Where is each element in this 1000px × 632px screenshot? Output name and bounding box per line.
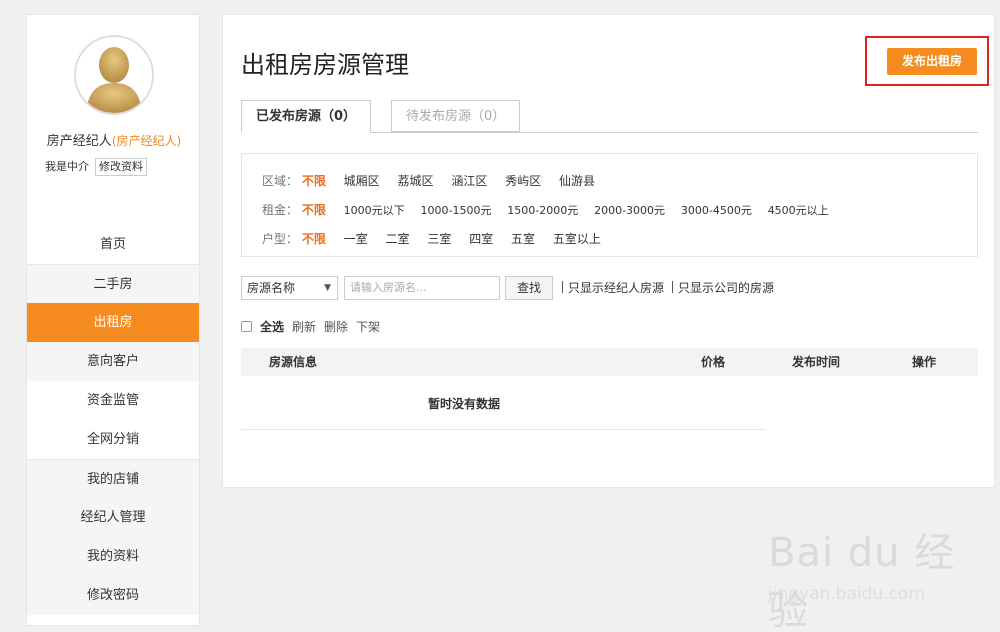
user-role: (房产经纪人): [111, 134, 182, 148]
user-name: 房产经纪人(房产经纪人): [27, 130, 201, 149]
column-header-price: 价格: [701, 355, 726, 369]
tab-bar: 已发布房源（0） 待发布房源（0）: [241, 100, 978, 133]
watermark-url: jingyan.baidu.com: [768, 584, 925, 604]
sidebar-item-network-distribution[interactable]: 全网分销: [27, 420, 199, 459]
filter-layout-option[interactable]: 二室: [386, 229, 410, 249]
publish-rental-button[interactable]: 发布出租房: [887, 48, 977, 75]
bulk-actions: 全选 刷新 删除 下架: [241, 318, 388, 336]
column-header-info: 房源信息: [269, 355, 318, 369]
select-all-label[interactable]: 全选: [260, 318, 284, 336]
search-input[interactable]: 请输入房源名...: [344, 276, 500, 300]
agent-only-link-label: 只显示经纪人房源: [568, 281, 665, 295]
filter-area-option[interactable]: 荔城区: [398, 171, 434, 191]
sidebar-item-change-password[interactable]: 修改密码: [27, 576, 199, 615]
edit-profile-button[interactable]: 修改资料: [95, 158, 147, 176]
chevron-down-icon: ▼: [324, 283, 331, 293]
separator: [672, 281, 673, 293]
filter-area-option[interactable]: 秀屿区: [505, 171, 541, 191]
sidebar-item-agent-management[interactable]: 经纪人管理: [27, 498, 199, 537]
filter-rent-option[interactable]: 1500-2000元: [507, 201, 578, 221]
filter-label-rent: 租金：: [262, 203, 299, 217]
sidebar-item-fund-supervision[interactable]: 资金监管: [27, 381, 199, 420]
filter-layout-option[interactable]: 四室: [469, 229, 493, 249]
filter-rent-option[interactable]: 4500元以上: [768, 201, 829, 221]
delete-button[interactable]: 删除: [324, 318, 348, 336]
company-only-link[interactable]: 只显示公司的房源: [672, 276, 774, 300]
user-desc-text: 我是中介: [45, 160, 89, 173]
filter-layout-option[interactable]: 三室: [427, 229, 451, 249]
filter-rent-option[interactable]: 1000-1500元: [421, 201, 492, 221]
filter-layout-option[interactable]: 五室以上: [553, 229, 601, 249]
tab-published[interactable]: 已发布房源（0）: [241, 100, 372, 133]
refresh-button[interactable]: 刷新: [292, 318, 316, 336]
filter-label-layout: 户型：: [262, 232, 299, 246]
search-field-select[interactable]: 房源名称 ▼: [241, 276, 338, 300]
search-button[interactable]: 查找: [505, 276, 553, 300]
sidebar-item-intent-customers[interactable]: 意向客户: [27, 342, 199, 381]
publish-highlight-box: 发布出租房: [865, 36, 989, 86]
filter-area-option[interactable]: 涵江区: [451, 171, 487, 191]
select-all-checkbox[interactable]: [241, 321, 252, 332]
filter-area-option[interactable]: 城厢区: [344, 171, 380, 191]
sidebar-item-rental[interactable]: 出租房: [27, 303, 199, 342]
user-desc: 我是中介 修改资料: [45, 158, 147, 176]
user-name-text: 房产经纪人: [46, 134, 112, 149]
baidu-jingyan-watermark: Bai du 经验 jingyan.baidu.com: [768, 520, 988, 632]
filter-panel: 区域： 不限 城厢区 荔城区 涵江区 秀屿区 仙游县 租金： 不限 1000元以…: [241, 153, 978, 257]
filter-area-option[interactable]: 不限: [302, 171, 326, 191]
user-avatar-icon[interactable]: [74, 35, 154, 115]
filter-layout-option[interactable]: 不限: [302, 229, 326, 249]
filter-label-area: 区域：: [262, 174, 299, 188]
separator: [562, 281, 563, 293]
sidebar-nav: 首页 二手房 出租房 意向客户 资金监管 全网分销 我的店铺 经纪人管理 我的资…: [27, 225, 199, 615]
filter-layout-option[interactable]: 五室: [511, 229, 535, 249]
filter-row-rent: 租金： 不限 1000元以下 1000-1500元 1500-2000元 200…: [262, 200, 841, 220]
table-header: 房源信息 价格 发布时间 操作: [241, 348, 978, 376]
sidebar-item-my-shop[interactable]: 我的店铺: [27, 459, 199, 498]
filter-row-area: 区域： 不限 城厢区 荔城区 涵江区 秀屿区 仙游县: [262, 171, 609, 191]
page-title: 出租房房源管理: [241, 51, 409, 79]
filter-rent-option[interactable]: 1000元以下: [344, 201, 405, 221]
filter-rent-option[interactable]: 2000-3000元: [594, 201, 665, 221]
sidebar: 房产经纪人(房产经纪人) 我是中介 修改资料 首页 二手房 出租房 意向客户 资金…: [26, 14, 200, 626]
empty-state-text: 暂时没有数据: [428, 397, 501, 411]
search-field-select-value: 房源名称: [247, 281, 296, 295]
filter-area-option[interactable]: 仙游县: [559, 171, 595, 191]
agent-only-link[interactable]: 只显示经纪人房源: [562, 276, 664, 300]
filter-row-layout: 户型： 不限 一室 二室 三室 四室 五室 五室以上: [262, 229, 615, 249]
sidebar-item-home[interactable]: 首页: [27, 225, 199, 264]
main-panel: 出租房房源管理 发布出租房 已发布房源（0） 待发布房源（0） 区域： 不限 城…: [222, 14, 995, 488]
table-empty-row: 暂时没有数据: [241, 377, 766, 430]
column-header-publish-time: 发布时间: [792, 355, 841, 369]
sidebar-item-second-hand[interactable]: 二手房: [27, 264, 199, 303]
tab-pending[interactable]: 待发布房源（0）: [391, 100, 521, 132]
watermark-logo: Bai du 经验: [768, 530, 956, 632]
company-only-link-label: 只显示公司的房源: [678, 281, 775, 295]
filter-rent-option[interactable]: 不限: [302, 200, 326, 220]
unlist-button[interactable]: 下架: [356, 318, 380, 336]
column-header-actions: 操作: [912, 355, 937, 369]
sidebar-item-my-profile[interactable]: 我的资料: [27, 537, 199, 576]
filter-rent-option[interactable]: 3000-4500元: [681, 201, 752, 221]
filter-layout-option[interactable]: 一室: [344, 229, 368, 249]
